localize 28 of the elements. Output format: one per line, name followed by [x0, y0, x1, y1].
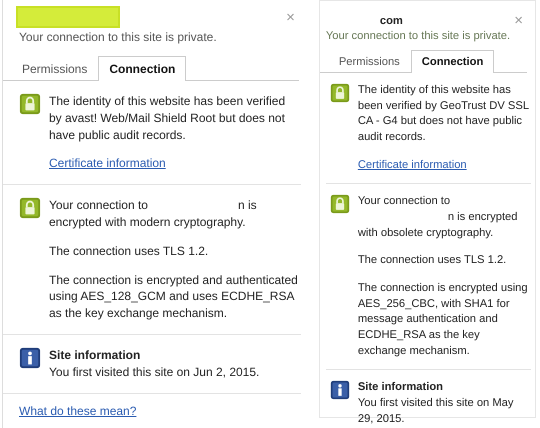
- site-info-heading: Site information: [49, 346, 142, 364]
- lock-icon: [330, 194, 350, 214]
- info-icon: [19, 346, 41, 369]
- tab[interactable]: Connection: [410, 50, 494, 73]
- lock-icon: [19, 197, 41, 220]
- privacy-status: Your connection to this site is private.: [19, 30, 218, 44]
- tab[interactable]: Connection: [98, 56, 186, 81]
- tab[interactable]: Permissions: [328, 50, 411, 73]
- site-title: com: [378, 15, 403, 27]
- connection-detail: The connection uses TLS 1.2.: [49, 242, 210, 260]
- help-link[interactable]: What do these mean?: [19, 404, 136, 418]
- identity-text: The identity of this website has been verified by GeoTrust DV SSL CA - G4 but does not have public audit records.: [358, 83, 530, 146]
- encryption-text: Your connection to n is encrypted with modern cryptography.: [49, 197, 258, 231]
- certificate-link[interactable]: Certificate information: [358, 158, 467, 171]
- connection-detail: The connection is encrypted and authenticated using AES_128_GCM and uses ECDHE_RSA as the key exchange mechanism.: [49, 272, 299, 322]
- info-icon: [330, 380, 350, 400]
- visit-date-text: You first visited this site on Jun 2, 2015.: [49, 364, 260, 381]
- connection-detail: The connection uses TLS 1.2.: [358, 253, 508, 268]
- visit-date-text: You first visited this site on May 29, 2015.: [358, 396, 515, 427]
- lock-icon: [19, 93, 41, 115]
- site-info-heading: Site information: [358, 380, 444, 396]
- certificate-link[interactable]: Certificate information: [49, 156, 166, 170]
- lock-icon: [330, 83, 350, 103]
- privacy-status: Your connection to this site is private.: [326, 30, 512, 42]
- identity-text: The identity of this website has been verified by avast! Web/Mail Shield Root but does not have public audit records.: [49, 93, 286, 144]
- connection-detail: The connection is encrypted using AES_256_CBC, with SHA1 for message authentication and ECDHE_RSA as the key exchange mechanism.: [358, 281, 529, 359]
- encryption-text: Your connection to n is encrypted with obsolete cryptography.: [358, 194, 518, 241]
- tab[interactable]: Permissions: [11, 56, 98, 81]
